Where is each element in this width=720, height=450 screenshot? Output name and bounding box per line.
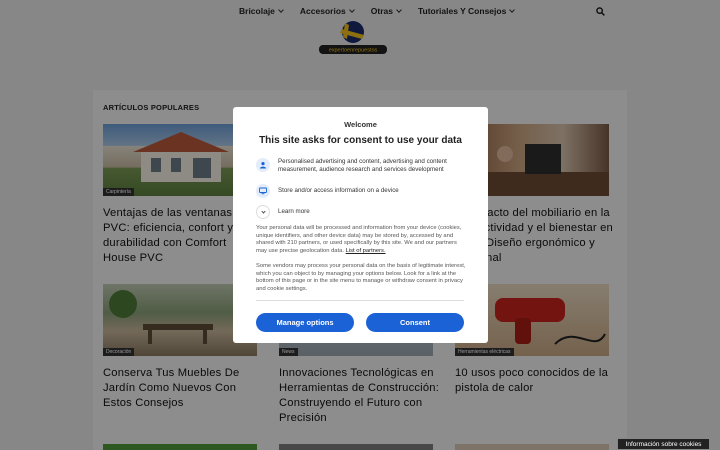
dialog-title: This site asks for consent to use your d… [259, 135, 462, 146]
cookie-info-button[interactable]: Información sobre cookies [617, 438, 710, 450]
chevron-down-icon [256, 205, 270, 219]
purpose-device: Store and/or access information on a dev… [256, 184, 463, 198]
learn-more-toggle[interactable]: Learn more [256, 205, 463, 219]
manage-options-button[interactable]: Manage options [256, 313, 354, 332]
learn-more-label: Learn more [278, 208, 310, 215]
dialog-welcome: Welcome [344, 120, 377, 129]
person-icon [256, 158, 270, 172]
consent-button[interactable]: Consent [366, 313, 464, 332]
partners-link[interactable]: List of partners. [346, 248, 386, 254]
purpose-advertising: Personalised advertising and content, ad… [256, 158, 463, 174]
divider [256, 300, 464, 301]
consent-paragraph: Your personal data will be processed and… [256, 225, 468, 256]
purpose-text: Personalised advertising and content, ad… [278, 158, 447, 173]
device-icon [256, 184, 270, 198]
consent-dialog: Welcome This site asks for consent to us… [233, 107, 488, 343]
consent-paragraph: Some vendors may process your personal d… [256, 263, 466, 293]
purpose-text: Store and/or access information on a dev… [278, 187, 399, 194]
